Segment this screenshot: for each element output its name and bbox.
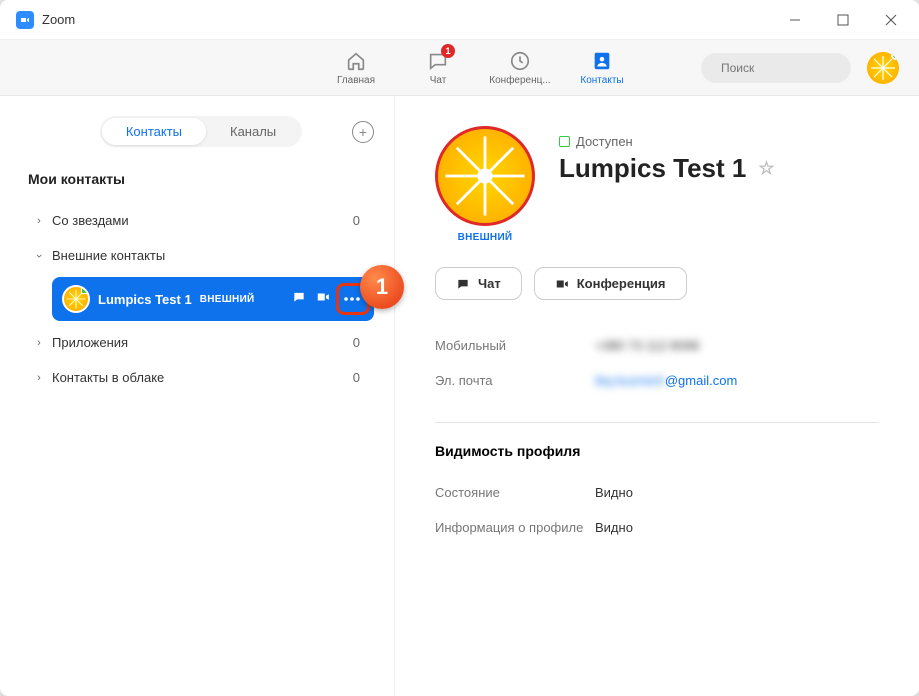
mobile-value: +380 73 112 8098 bbox=[595, 338, 699, 353]
close-button[interactable] bbox=[879, 8, 903, 32]
star-icon[interactable]: ☆ bbox=[758, 158, 774, 179]
app-window: Zoom Главная 1 Чат Конференц... bbox=[0, 0, 919, 696]
search-box[interactable] bbox=[701, 53, 851, 83]
email-row: Эл. почта iley.kuzmich@gmail.com bbox=[435, 363, 879, 398]
email-value[interactable]: iley.kuzmich@gmail.com bbox=[595, 373, 737, 388]
contact-item-selected[interactable]: Lumpics Test 1 ВНЕШНИЙ 1 bbox=[52, 277, 374, 321]
contacts-icon bbox=[591, 50, 613, 72]
contacts-sidebar: Контакты Каналы + Мои контакты › Со звез… bbox=[0, 96, 395, 696]
tab-contacts[interactable]: Контакты bbox=[102, 118, 206, 145]
video-action-icon[interactable] bbox=[316, 290, 330, 309]
chat-bubble-icon bbox=[456, 277, 470, 291]
contact-avatar bbox=[62, 285, 90, 313]
visibility-header: Видимость профиля bbox=[435, 443, 879, 459]
home-icon bbox=[345, 50, 367, 72]
section-my-contacts: Мои контакты bbox=[28, 171, 374, 187]
tutorial-callout: 1 bbox=[360, 265, 404, 309]
minimize-button[interactable] bbox=[783, 8, 807, 32]
chevron-right-icon: › bbox=[32, 337, 46, 349]
profile-avatar bbox=[435, 126, 535, 226]
status-indicator bbox=[891, 52, 899, 60]
chevron-right-icon: › bbox=[32, 215, 46, 227]
search-input[interactable] bbox=[721, 61, 876, 75]
nav-tab-contacts[interactable]: Контакты bbox=[566, 50, 638, 86]
chat-action-icon[interactable] bbox=[292, 290, 306, 309]
group-starred[interactable]: › Со звездами 0 bbox=[28, 203, 374, 238]
profile-info-row: Информация о профиле Видно bbox=[435, 510, 879, 545]
presence-status: Доступен bbox=[559, 134, 775, 149]
chevron-right-icon: › bbox=[32, 372, 46, 384]
top-navigation: Главная 1 Чат Конференц... Контакты bbox=[0, 40, 919, 96]
titlebar: Zoom bbox=[0, 0, 919, 40]
mobile-row: Мобильный +380 73 112 8098 bbox=[435, 328, 879, 363]
user-avatar[interactable] bbox=[867, 52, 899, 84]
nav-tab-chat[interactable]: 1 Чат bbox=[402, 50, 474, 86]
external-tag: ВНЕШНИЙ bbox=[458, 232, 513, 243]
state-row: Состояние Видно bbox=[435, 475, 879, 510]
window-title: Zoom bbox=[42, 12, 75, 27]
group-cloud[interactable]: › Контакты в облаке 0 bbox=[28, 360, 374, 395]
chevron-down-icon: › bbox=[33, 249, 45, 263]
video-camera-icon bbox=[555, 277, 569, 291]
meeting-button[interactable]: Конференция bbox=[534, 267, 687, 300]
zoom-app-icon bbox=[16, 11, 34, 29]
status-indicator bbox=[81, 285, 90, 294]
nav-tab-meetings[interactable]: Конференц... bbox=[484, 50, 556, 86]
chat-button[interactable]: Чат bbox=[435, 267, 522, 300]
status-indicator-icon bbox=[559, 136, 570, 147]
sidebar-tab-switcher: Контакты Каналы bbox=[100, 116, 302, 147]
profile-name: Lumpics Test 1 ☆ bbox=[559, 153, 775, 184]
divider bbox=[435, 422, 879, 423]
add-contact-button[interactable]: + bbox=[352, 121, 374, 143]
chat-badge: 1 bbox=[441, 44, 455, 58]
group-external[interactable]: › Внешние контакты bbox=[28, 238, 374, 273]
tab-channels[interactable]: Каналы bbox=[206, 118, 300, 145]
maximize-button[interactable] bbox=[831, 8, 855, 32]
nav-tab-home[interactable]: Главная bbox=[320, 50, 392, 86]
contact-detail-panel: ВНЕШНИЙ Доступен Lumpics Test 1 ☆ Ч bbox=[395, 96, 919, 696]
clock-icon bbox=[509, 50, 531, 72]
chat-icon: 1 bbox=[427, 50, 449, 72]
group-apps[interactable]: › Приложения 0 bbox=[28, 325, 374, 360]
